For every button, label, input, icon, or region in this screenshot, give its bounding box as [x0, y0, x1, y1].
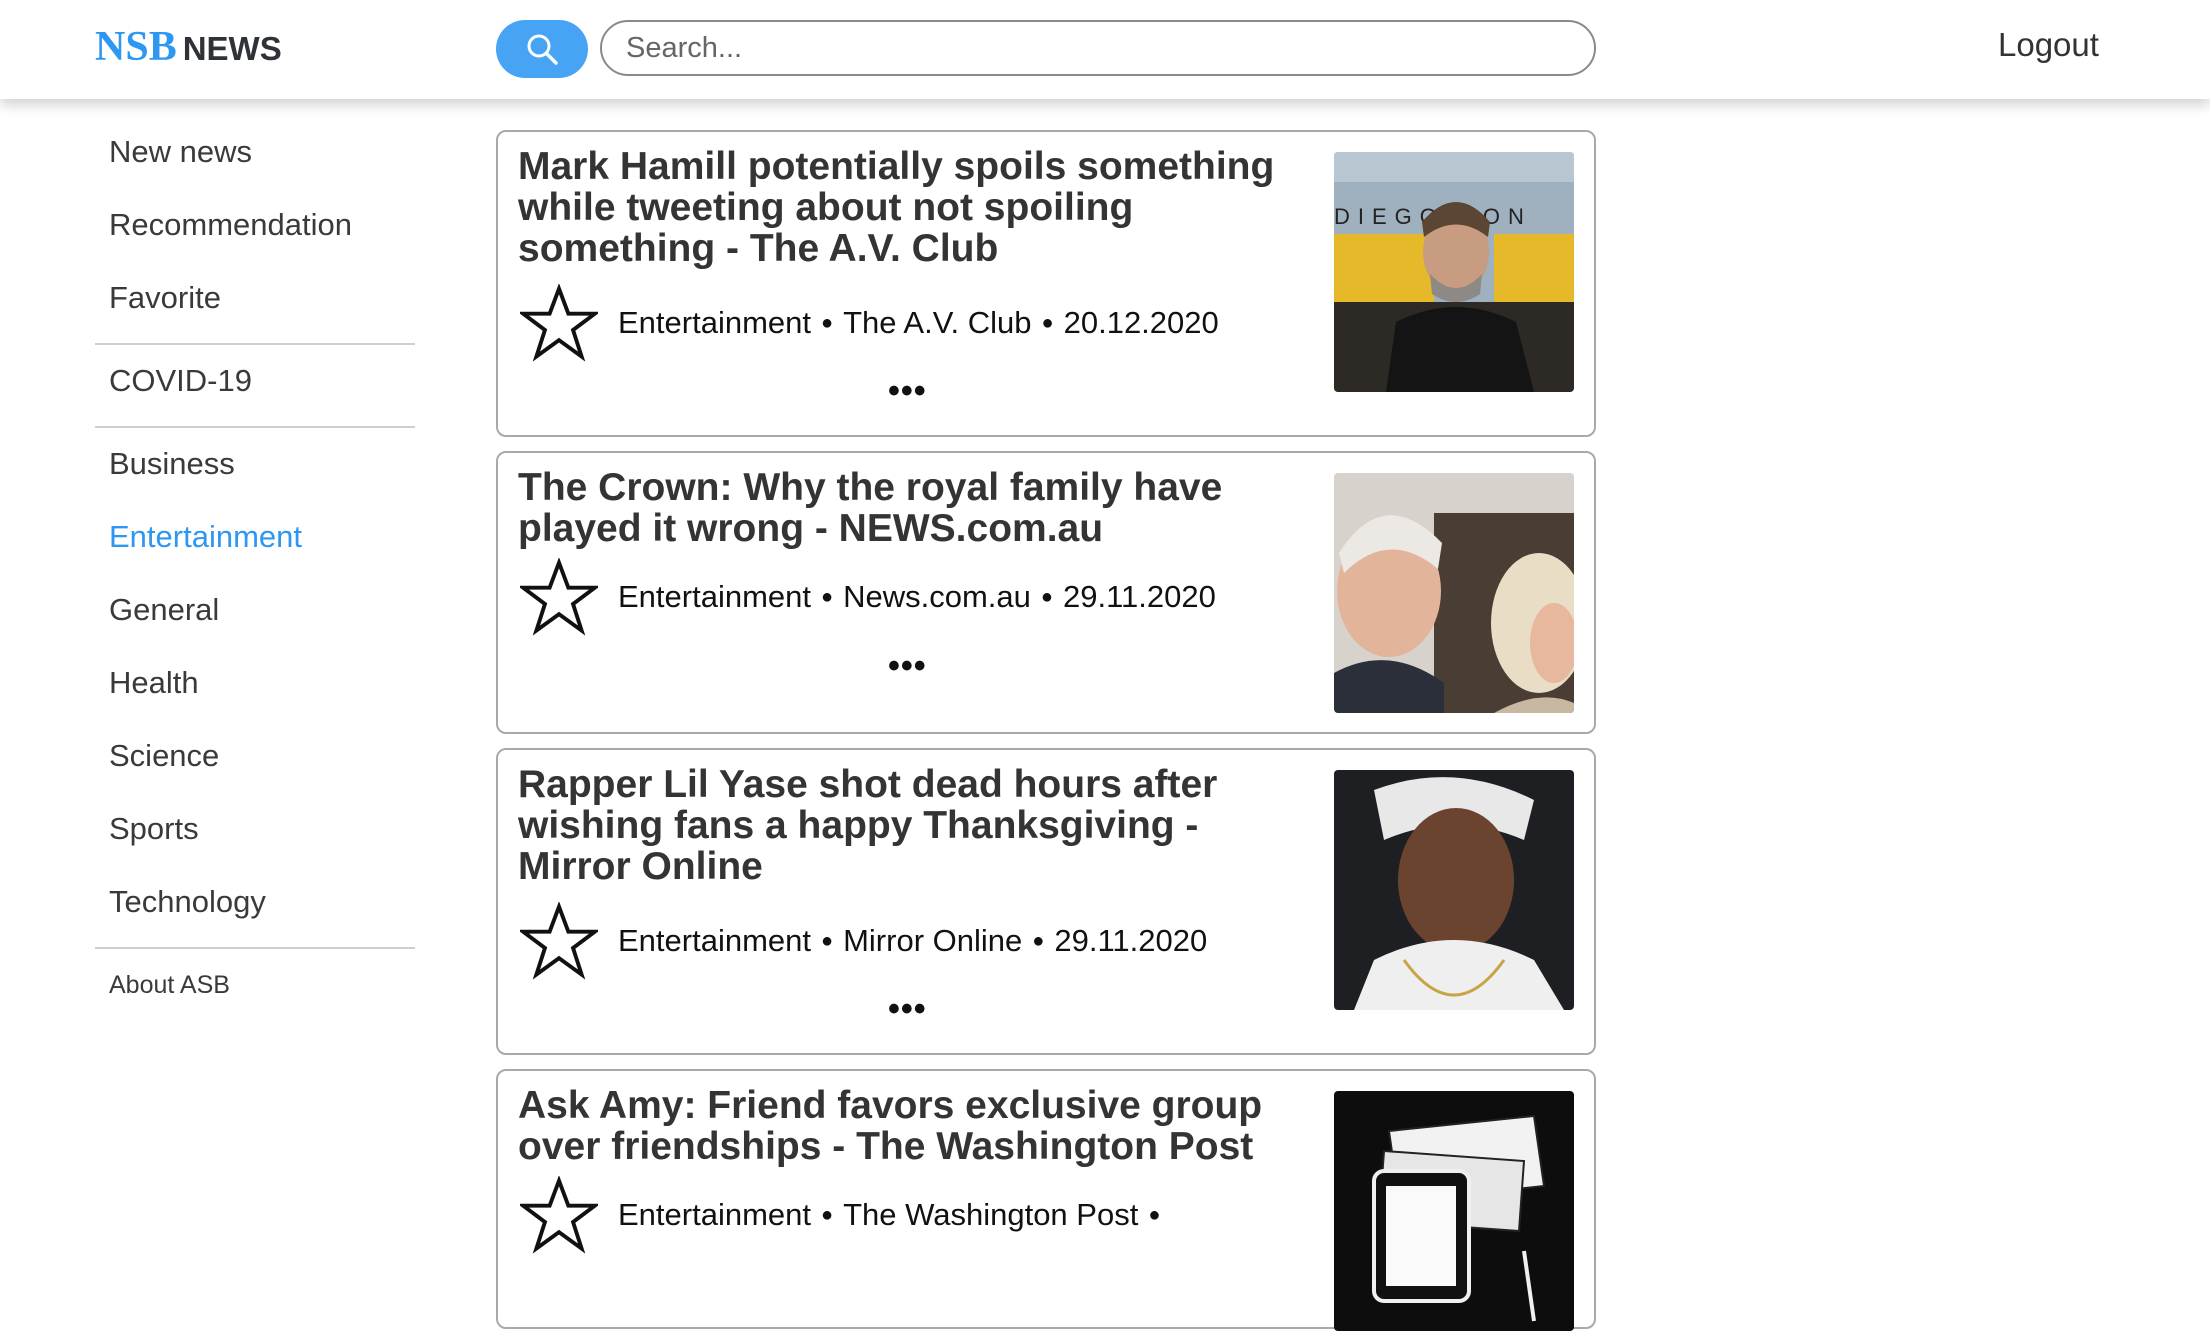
- meta-separator: ●: [1040, 585, 1053, 608]
- article-meta: Entertainment ● The A.V. Club ● 20.12.20…: [520, 284, 1219, 362]
- more-options-button[interactable]: •••: [888, 372, 927, 411]
- brand-nsb: NSB: [95, 24, 177, 70]
- article-source: News.com.au: [843, 579, 1031, 614]
- article-category: Entertainment: [618, 305, 811, 340]
- meta-separator: ●: [821, 929, 834, 952]
- article-category: Entertainment: [618, 923, 811, 958]
- logout-link[interactable]: Logout: [1998, 26, 2099, 64]
- article-title[interactable]: Ask Amy: Friend favors exclusive group o…: [518, 1085, 1308, 1167]
- search-icon: [527, 34, 558, 65]
- search-button[interactable]: [496, 20, 588, 78]
- article-meta: Entertainment ● The Washington Post ●: [520, 1176, 1170, 1254]
- sidebar-item-about[interactable]: About ASB: [95, 961, 415, 1034]
- article-card[interactable]: Ask Amy: Friend favors exclusive group o…: [496, 1069, 1596, 1331]
- meta-separator: ●: [821, 1203, 834, 1226]
- sidebar-item-recommendation[interactable]: Recommendation: [95, 201, 415, 274]
- sidebar-divider: [95, 947, 415, 949]
- sidebar-item-favorite[interactable]: Favorite: [95, 274, 415, 347]
- star-outline-icon[interactable]: [520, 1176, 598, 1254]
- article-card[interactable]: The Crown: Why the royal family have pla…: [496, 451, 1596, 734]
- sidebar-item-sports[interactable]: Sports: [95, 805, 415, 878]
- star-outline-icon[interactable]: [520, 284, 598, 362]
- sidebar-item-general[interactable]: General: [95, 586, 415, 659]
- article-card[interactable]: Mark Hamill potentially spoils something…: [496, 130, 1596, 437]
- article-thumbnail[interactable]: [1334, 770, 1574, 1010]
- meta-separator: ●: [821, 585, 834, 608]
- sidebar-nav: New news Recommendation Favorite COVID-1…: [95, 128, 415, 1034]
- news-feed: Mark Hamill potentially spoils something…: [496, 130, 1596, 1343]
- sidebar-item-business[interactable]: Business: [95, 440, 415, 513]
- article-thumbnail[interactable]: [1334, 473, 1574, 713]
- meta-separator: ●: [1032, 929, 1045, 952]
- article-date: 29.11.2020: [1062, 579, 1216, 614]
- article-source: Mirror Online: [843, 923, 1023, 958]
- article-thumbnail[interactable]: [1334, 1091, 1574, 1331]
- article-title[interactable]: The Crown: Why the royal family have pla…: [518, 467, 1308, 549]
- article-date: 29.11.2020: [1054, 923, 1208, 958]
- star-outline-icon[interactable]: [520, 558, 598, 636]
- article-title[interactable]: Rapper Lil Yase shot dead hours after wi…: [518, 764, 1308, 887]
- article-title[interactable]: Mark Hamill potentially spoils something…: [518, 146, 1308, 269]
- article-category: Entertainment: [618, 579, 811, 614]
- more-options-button[interactable]: •••: [888, 990, 927, 1029]
- top-bar: NSBNEWS Logout: [0, 0, 2210, 99]
- sidebar-item-covid-19[interactable]: COVID-19: [95, 357, 415, 430]
- article-date: 20.12.2020: [1063, 305, 1219, 340]
- article-card[interactable]: Rapper Lil Yase shot dead hours after wi…: [496, 748, 1596, 1055]
- meta-separator: ●: [1041, 311, 1054, 334]
- article-thumbnail[interactable]: DIEGO CON: [1334, 152, 1574, 392]
- sidebar-item-technology[interactable]: Technology: [95, 878, 415, 951]
- brand-logo[interactable]: NSB NEWS: [95, 22, 282, 74]
- meta-separator: ●: [821, 311, 834, 334]
- search-input[interactable]: [600, 20, 1596, 76]
- sidebar-item-entertainment[interactable]: Entertainment: [95, 513, 415, 586]
- article-category: Entertainment: [618, 1197, 811, 1232]
- meta-separator: ●: [1148, 1203, 1161, 1226]
- article-source: The A.V. Club: [843, 305, 1032, 340]
- sidebar-divider: [95, 426, 415, 428]
- brand-news: NEWS: [182, 30, 282, 67]
- sidebar-item-science[interactable]: Science: [95, 732, 415, 805]
- star-outline-icon[interactable]: [520, 902, 598, 980]
- article-meta: Entertainment ● News.com.au ● 29.11.2020: [520, 558, 1216, 636]
- article-source: The Washington Post: [843, 1197, 1139, 1232]
- article-meta: Entertainment ● Mirror Online ● 29.11.20…: [520, 902, 1207, 980]
- sidebar-item-health[interactable]: Health: [95, 659, 415, 732]
- sidebar-item-new-news[interactable]: New news: [95, 128, 415, 201]
- sidebar-divider: [95, 343, 415, 345]
- more-options-button[interactable]: •••: [888, 647, 927, 686]
